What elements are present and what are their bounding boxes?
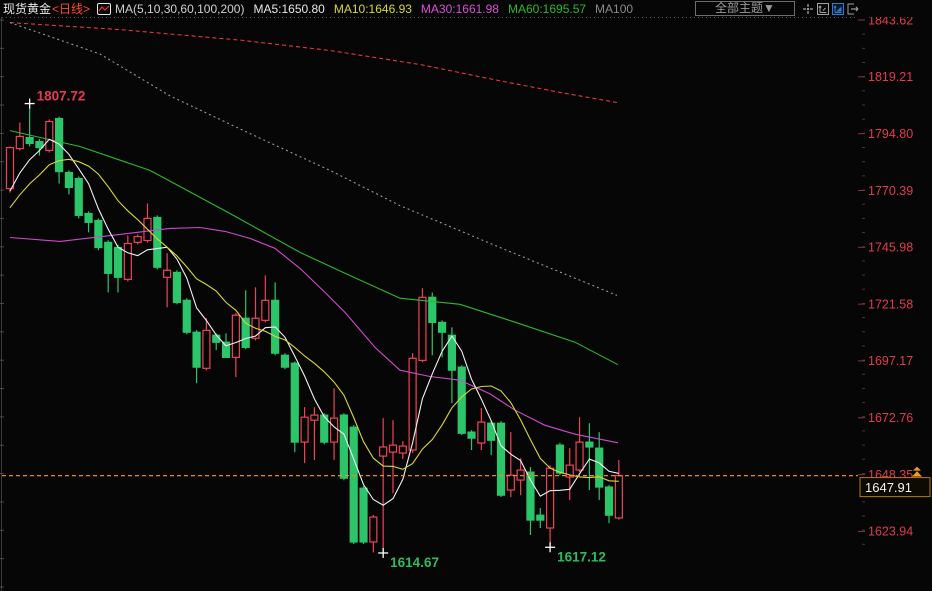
candle [555, 442, 565, 476]
candle [113, 244, 123, 293]
candle [261, 275, 270, 323]
candle [54, 116, 64, 184]
y-axis-label: 1770.39 [868, 184, 913, 198]
ma10-value-label: MA10:1646.93 [333, 1, 412, 16]
candle [290, 361, 299, 453]
chart-header: 现货黄金 <日线> MA(5,10,30,60,100,200) MA5:165… [0, 0, 932, 17]
ma-settings-label: MA(5,10,30,60,100,200) [115, 1, 245, 16]
candle [15, 122, 24, 151]
crosshair-icon[interactable] [801, 2, 815, 16]
candle [310, 407, 319, 461]
ma60-value-label: MA60:1695.57 [507, 1, 587, 16]
chart-frame [0, 17, 856, 591]
candle [408, 353, 417, 454]
annotation-text: 1614.67 [390, 555, 439, 570]
candle [104, 240, 113, 293]
candle [585, 423, 594, 491]
candle [359, 486, 368, 545]
candle [516, 458, 525, 496]
candle [467, 430, 476, 451]
candle [369, 514, 378, 553]
ma100-value-label: MA100 [595, 1, 634, 16]
low-annotation: 1617.12 [545, 542, 606, 564]
candle [595, 432, 604, 501]
candle [575, 417, 584, 473]
candle [84, 211, 93, 233]
candle [496, 421, 506, 498]
low-annotation: 1614.67 [378, 547, 439, 570]
candles-layer [5, 103, 623, 553]
candle [536, 507, 545, 529]
last-price-value: 1647.91 [865, 480, 912, 495]
y-axis-label: 1623.94 [868, 525, 913, 539]
candle [163, 253, 172, 308]
candle [74, 176, 83, 219]
axis-left-icon-active[interactable] [831, 2, 845, 16]
y-axis-label: 1794.80 [868, 127, 913, 141]
candle [379, 418, 388, 553]
candle [280, 353, 290, 370]
candle [251, 287, 260, 341]
candle [182, 298, 191, 335]
candle [202, 318, 211, 371]
candle [64, 170, 74, 195]
y-axis-label: 1672.76 [868, 411, 913, 425]
candle [123, 235, 132, 282]
candlestick-chart[interactable]: 1843.621819.211794.801770.391745.981721.… [0, 0, 932, 591]
candle [45, 119, 54, 153]
theme-selector-button[interactable]: 全部主题▼ [695, 1, 795, 16]
y-axis-label: 1697.17 [868, 354, 913, 368]
candle [320, 413, 329, 445]
candle [143, 203, 152, 243]
y-axis: 1843.621819.211794.801770.391745.981721.… [858, 13, 913, 545]
candle [545, 465, 555, 548]
annotation-text: 1617.12 [557, 549, 606, 564]
candle [192, 330, 201, 384]
chart-window: 现货黄金 <日线> MA(5,10,30,60,100,200) MA5:165… [0, 0, 932, 591]
candle [133, 234, 142, 245]
y-axis-label: 1745.98 [868, 241, 913, 255]
y-axis-label: 1819.21 [868, 70, 913, 84]
symbol-name: 现货黄金 [3, 2, 52, 16]
chart-toolbar [801, 2, 860, 16]
ma30-value-label: MA30:1661.98 [420, 1, 499, 16]
candle [614, 460, 623, 520]
candle [153, 215, 162, 270]
candle [94, 218, 103, 251]
candle [172, 270, 182, 305]
kline-icon [97, 2, 112, 15]
candle [349, 425, 358, 545]
y-axis-label: 1721.58 [868, 297, 913, 311]
candle [418, 288, 427, 363]
candle [231, 313, 240, 378]
annotation-text: 1807.72 [37, 89, 86, 104]
high-annotation: 1807.72 [24, 89, 86, 109]
candle [526, 467, 535, 535]
candle [506, 432, 515, 498]
ma5-value-label: MA5:1650.80 [253, 1, 325, 16]
pop-out-icon[interactable] [846, 2, 860, 16]
candle [25, 103, 34, 147]
candle [447, 327, 456, 404]
axis-right-icon[interactable] [816, 2, 830, 16]
candle [604, 485, 614, 524]
ma200-line [9, 22, 619, 104]
candle [398, 441, 407, 460]
candle [300, 407, 309, 464]
ma100-line [9, 22, 618, 296]
candle [271, 282, 280, 356]
candle [388, 420, 398, 494]
candle [339, 413, 348, 481]
candle [212, 333, 221, 351]
timeframe-label: <日线> [52, 2, 91, 16]
candle [477, 408, 486, 451]
